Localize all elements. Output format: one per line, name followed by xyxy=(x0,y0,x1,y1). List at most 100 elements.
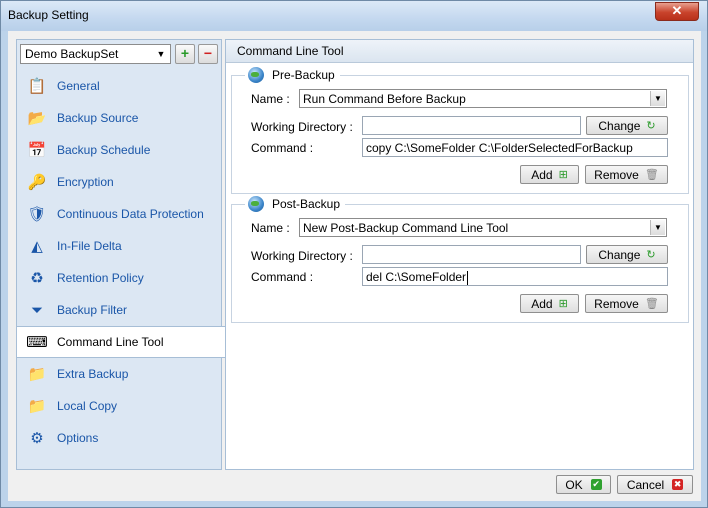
sidebar-item-general[interactable]: 📋 General xyxy=(17,70,221,102)
chevron-down-icon: ▼ xyxy=(650,220,665,235)
backupset-dropdown[interactable]: Demo BackupSet ▼ xyxy=(20,44,171,64)
pre-backup-name-dropdown[interactable]: Run Command Before Backup ▼ xyxy=(299,89,667,108)
command-label: Command : xyxy=(251,141,314,155)
remove-label: Remove xyxy=(594,296,639,311)
sidebar-item-local-copy[interactable]: 📁 Local Copy xyxy=(17,390,221,422)
post-backup-name-dropdown[interactable]: New Post-Backup Command Line Tool ▼ xyxy=(299,218,667,237)
title-bar[interactable]: Backup Setting ✕ xyxy=(1,1,707,31)
chevron-down-icon: ▼ xyxy=(650,91,665,106)
window-title: Backup Setting xyxy=(8,8,89,22)
sidebar-item-label: Encryption xyxy=(57,175,114,189)
sidebar-item-label: Extra Backup xyxy=(57,367,129,381)
post-backup-command-field[interactable]: del C:\SomeFolder xyxy=(362,267,668,286)
pre-backup-group: Pre-Backup Name : Run Command Before Bac… xyxy=(231,66,689,194)
sidebar-item-label: Retention Policy xyxy=(57,271,144,285)
local-copy-icon: 📁 xyxy=(27,398,47,415)
ok-button[interactable]: OK ✔ xyxy=(556,475,611,494)
pre-backup-working-directory-field[interactable] xyxy=(362,116,581,135)
refresh-icon: ↻ xyxy=(646,120,656,132)
close-button[interactable]: ✕ xyxy=(655,2,699,21)
key-icon: 🔑 xyxy=(27,174,47,191)
post-backup-add-button[interactable]: Add ⊞ xyxy=(520,294,579,313)
text-caret xyxy=(467,270,469,285)
backup-setting-window: Backup Setting ✕ Demo BackupSet ▼ + − 📋 G… xyxy=(0,0,708,508)
refresh-icon: ↻ xyxy=(646,249,656,261)
backupset-bar: Demo BackupSet ▼ + − xyxy=(20,44,218,66)
post-backup-legend: Post-Backup xyxy=(245,195,346,213)
add-icon: ⊞ xyxy=(558,298,568,310)
sidebar-item-label: Backup Schedule xyxy=(57,143,151,157)
sidebar-item-label: Backup Source xyxy=(57,111,139,125)
schedule-icon: 📅 xyxy=(27,142,47,159)
main-panel: Command Line Tool Pre-Backup Name : Run … xyxy=(225,39,694,470)
post-backup-command-value: del C:\SomeFolder xyxy=(366,270,467,284)
sidebar-item-command-line-tool[interactable]: ⌨ Command Line Tool xyxy=(17,326,225,358)
pre-backup-add-button[interactable]: Add ⊞ xyxy=(520,165,579,184)
cancel-label: Cancel xyxy=(626,477,665,492)
sidebar-item-retention-policy[interactable]: ♻ Retention Policy xyxy=(17,262,221,294)
folder-icon: 📂 xyxy=(27,110,47,127)
trash-icon: 🗑 xyxy=(644,169,659,181)
remove-label: Remove xyxy=(594,167,639,182)
cancel-button[interactable]: Cancel ✖ xyxy=(617,475,693,494)
post-backup-change-button[interactable]: Change ↻ xyxy=(586,245,668,264)
sidebar-item-options[interactable]: ⚙ Options xyxy=(17,422,221,454)
sidebar-item-label: Local Copy xyxy=(57,399,118,413)
options-icon: ⚙ xyxy=(30,430,44,447)
working-directory-label: Working Directory : xyxy=(251,120,353,134)
add-icon: ⊞ xyxy=(558,169,568,181)
add-label: Add xyxy=(531,167,553,182)
shield-icon: 🛡 xyxy=(27,206,47,223)
globe-icon xyxy=(248,196,264,212)
pre-backup-title: Pre-Backup xyxy=(272,68,335,82)
sidebar-item-in-file-delta[interactable]: ◭ In-File Delta xyxy=(17,230,221,262)
add-backupset-button[interactable]: + xyxy=(175,44,195,64)
globe-icon xyxy=(248,67,264,83)
change-label: Change xyxy=(598,247,641,262)
pre-backup-command-field[interactable]: copy C:\SomeFolder C:\FolderSelectedForB… xyxy=(362,138,668,157)
pre-backup-name-value: Run Command Before Backup xyxy=(303,92,466,106)
pre-backup-remove-button[interactable]: Remove 🗑 xyxy=(585,165,668,184)
remove-backupset-button[interactable]: − xyxy=(198,44,218,64)
recycle-icon: ♻ xyxy=(30,270,44,287)
pre-backup-change-button[interactable]: Change ↻ xyxy=(586,116,668,135)
sidebar-item-label: Continuous Data Protection xyxy=(57,207,204,221)
post-backup-group: Post-Backup Name : New Post-Backup Comma… xyxy=(231,195,689,323)
filter-icon: ⏷ xyxy=(30,301,43,319)
panel-title: Command Line Tool xyxy=(226,40,693,63)
post-backup-title: Post-Backup xyxy=(272,197,341,211)
left-panel: Demo BackupSet ▼ + − 📋 General 📂 Backup So… xyxy=(16,39,225,470)
sidebar-item-continuous-data-protection[interactable]: 🛡 Continuous Data Protection xyxy=(17,198,221,230)
add-label: Add xyxy=(531,296,553,311)
sidebar-item-label: In-File Delta xyxy=(57,239,122,253)
post-backup-name-value: New Post-Backup Command Line Tool xyxy=(303,221,509,235)
name-label: Name : xyxy=(251,92,290,106)
sidebar-item-label: General xyxy=(57,79,100,93)
dialog-client-area: Demo BackupSet ▼ + − 📋 General 📂 Backup So… xyxy=(8,31,701,501)
settings-nav: 📋 General 📂 Backup Source 📅 Backup Schedule… xyxy=(17,70,225,454)
pre-backup-legend: Pre-Backup xyxy=(245,66,340,84)
sidebar-item-label: Command Line Tool xyxy=(57,335,164,349)
change-label: Change xyxy=(598,118,641,133)
name-label: Name : xyxy=(251,221,290,235)
sidebar-item-backup-filter[interactable]: ⏷ Backup Filter xyxy=(17,294,221,326)
check-icon: ✔ xyxy=(590,479,602,490)
sidebar-item-label: Backup Filter xyxy=(57,303,128,317)
close-icon: ✖ xyxy=(672,479,684,490)
delta-icon: ◭ xyxy=(31,238,43,255)
trash-icon: 🗑 xyxy=(644,298,659,310)
post-backup-remove-button[interactable]: Remove 🗑 xyxy=(585,294,668,313)
extra-backup-icon: 📁 xyxy=(27,366,47,383)
post-backup-working-directory-field[interactable] xyxy=(362,245,581,264)
sidebar-item-backup-source[interactable]: 📂 Backup Source xyxy=(17,102,221,134)
sidebar-item-backup-schedule[interactable]: 📅 Backup Schedule xyxy=(17,134,221,166)
general-icon: 📋 xyxy=(27,78,47,95)
sidebar-item-extra-backup[interactable]: 📁 Extra Backup xyxy=(17,358,221,390)
sidebar-item-encryption[interactable]: 🔑 Encryption xyxy=(17,166,221,198)
backupset-selected: Demo BackupSet xyxy=(25,47,119,61)
ok-label: OK xyxy=(565,477,583,492)
command-label: Command : xyxy=(251,270,314,284)
command-line-icon: ⌨ xyxy=(26,334,48,351)
working-directory-label: Working Directory : xyxy=(251,249,353,263)
sidebar-item-label: Options xyxy=(57,431,99,445)
